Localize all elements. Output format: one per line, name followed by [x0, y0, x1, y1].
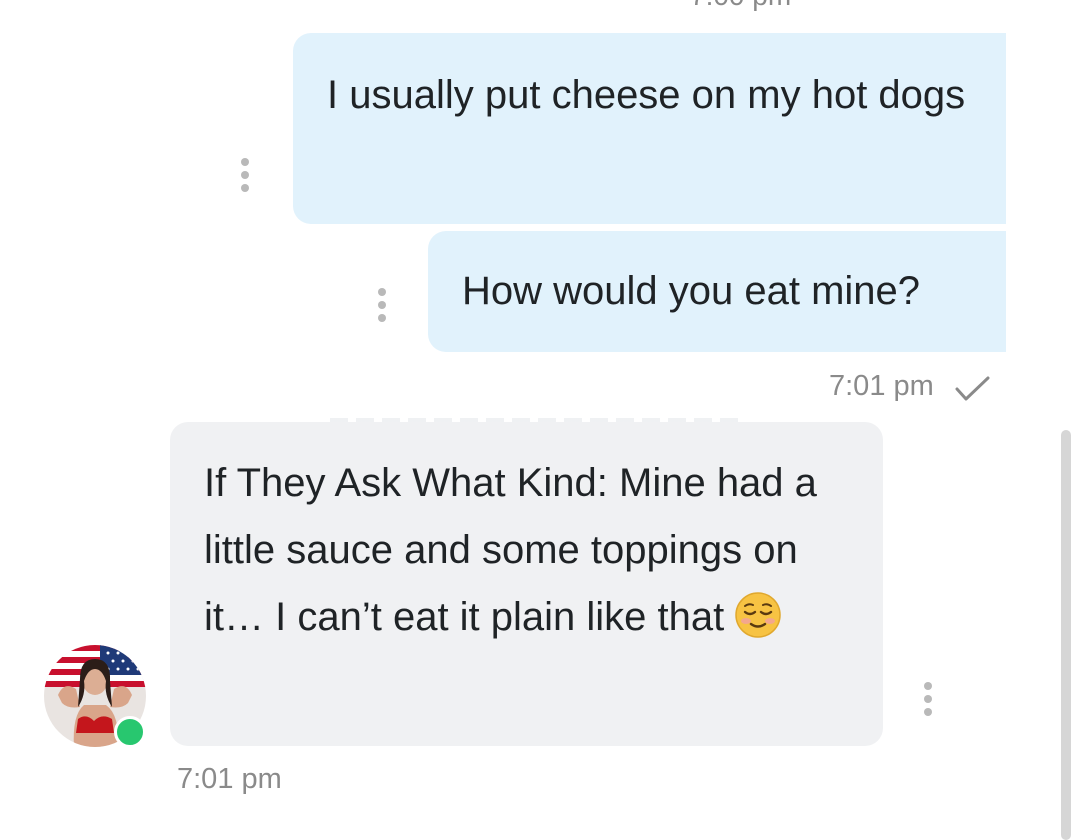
dot-icon: [378, 288, 386, 296]
check-icon: [955, 376, 990, 401]
incoming-message-bubble[interactable]: If They Ask What Kind: Mine had a little…: [170, 422, 883, 746]
message-text: I usually put cheese on my hot dogs: [327, 73, 966, 117]
dot-icon: [378, 314, 386, 322]
outgoing-message-bubble[interactable]: I usually put cheese on my hot dogs: [293, 33, 1006, 224]
message-text: If They Ask What Kind: Mine had a little…: [204, 461, 817, 639]
dot-icon: [241, 171, 249, 179]
dot-icon: [378, 301, 386, 309]
dot-icon: [924, 708, 932, 716]
previous-timestamp: 7:00 pm: [690, 0, 791, 12]
message-text: How would you eat mine?: [462, 269, 921, 313]
dot-icon: [241, 158, 249, 166]
message-options-button[interactable]: [239, 158, 251, 192]
dot-icon: [924, 695, 932, 703]
outgoing-message-bubble[interactable]: How would you eat mine?: [428, 231, 1006, 352]
relieved-face-emoji-icon: [735, 592, 782, 639]
message-options-button[interactable]: [376, 288, 388, 322]
online-status-indicator: [114, 716, 146, 748]
incoming-timestamp: 7:01 pm: [177, 763, 282, 795]
dot-icon: [924, 682, 932, 690]
message-options-button[interactable]: [922, 682, 934, 716]
outgoing-timestamp: 7:01 pm: [829, 370, 934, 402]
dot-icon: [241, 184, 249, 192]
scrollbar[interactable]: [1061, 430, 1071, 840]
